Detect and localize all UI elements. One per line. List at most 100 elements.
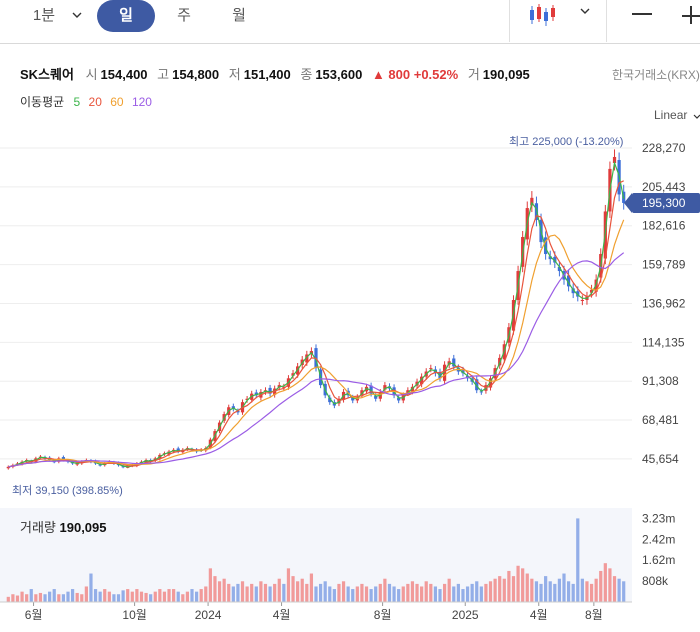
volume-bar (351, 589, 355, 602)
volume-bar (15, 595, 20, 602)
volume-bar (190, 589, 194, 602)
volume-bar (130, 591, 134, 602)
price-chart[interactable]: 228,270 205,443 182,616 159,789 136,962 114,1… (0, 0, 700, 632)
volume-bar (617, 578, 621, 602)
volume-bar (456, 583, 460, 602)
volume-bar (530, 578, 534, 602)
volume-bar (199, 589, 203, 602)
volume-bar (231, 586, 235, 602)
volume-bar (185, 591, 190, 602)
volume-bar (20, 591, 24, 602)
volume-bar (438, 589, 442, 602)
volume-panel-label: 거래량 190,095 (20, 520, 107, 535)
high-annotation: 최고 225,000 (-13.20%) (509, 135, 623, 148)
volume-bar (475, 581, 479, 602)
volume-bar (337, 583, 341, 602)
volume-bar (167, 589, 171, 602)
volume-bar (314, 586, 318, 602)
volume-bar (447, 578, 451, 602)
volume-bar (107, 591, 111, 602)
volume-bar (318, 583, 323, 602)
volume-bar (415, 583, 419, 602)
volume-bar (369, 589, 373, 602)
volume-bar (488, 581, 493, 602)
volume-bar (98, 591, 102, 602)
volume-axis: 3.23m 2.42m 1.62m 808k (642, 511, 675, 588)
volume-bar (433, 586, 438, 602)
volume-bar (479, 586, 483, 602)
volume-bar (511, 576, 516, 602)
volume-bar (43, 594, 47, 602)
volume-bar (521, 568, 525, 602)
current-price-tag: 195,300 (624, 193, 700, 213)
volume-bar (158, 589, 162, 602)
volume-bar (553, 583, 557, 602)
volume-bar (571, 583, 575, 602)
volume-bar (355, 586, 359, 602)
volume-bar (300, 578, 304, 602)
volume-bar (144, 592, 148, 602)
volume-bar (103, 589, 107, 602)
volume-bar (116, 594, 121, 602)
volume-bar (48, 591, 52, 602)
volume-bar (181, 594, 185, 602)
volume-bar (126, 589, 130, 602)
volume-bar (622, 581, 626, 602)
volume-bar (89, 573, 93, 602)
volume-bar (291, 576, 295, 602)
volume-bar (296, 581, 300, 602)
volume-bar (429, 583, 433, 602)
volume-bar (341, 581, 346, 602)
volume-bar (277, 578, 281, 602)
volume-bar (323, 581, 327, 602)
volume-bar (424, 581, 428, 602)
volume-tick-label: 1.62m (642, 553, 675, 567)
time-axis: 6월 10월 2024 4월 8월 2025 4월 8월 (0, 601, 632, 622)
volume-bar (566, 581, 571, 602)
volume-bar (534, 581, 539, 602)
volume-bar (401, 586, 405, 602)
volume-bar (378, 583, 382, 602)
volume-bar (576, 518, 580, 602)
volume-bar (61, 594, 66, 602)
volume-bar (29, 589, 33, 602)
volume-bar (217, 581, 222, 602)
volume-bar (332, 589, 336, 602)
volume-bar (498, 576, 502, 602)
volume-bar (194, 591, 199, 602)
candlestick-series (6, 149, 626, 470)
volume-bar (204, 586, 208, 602)
volume-bar (11, 594, 15, 602)
volume-bar (525, 573, 529, 602)
x-tick-label: 10월 (122, 608, 146, 622)
volume-bar (162, 591, 167, 602)
volume-bar (507, 570, 511, 602)
volume-bar (153, 591, 157, 602)
volume-bar (52, 589, 56, 602)
volume-bar (222, 578, 226, 602)
volume-bar (420, 586, 424, 602)
y-tick-label: 159,789 (642, 258, 686, 272)
x-tick-label: 2025 (452, 608, 479, 622)
volume-bar (259, 581, 263, 602)
volume-bar (139, 591, 144, 602)
volume-bar (502, 578, 506, 602)
volume-bar (25, 594, 29, 602)
volume-bar (66, 591, 70, 602)
volume-bar (328, 586, 332, 602)
x-tick-label: 2024 (195, 608, 222, 622)
x-tick-label: 4월 (273, 608, 291, 622)
volume-bar (346, 586, 350, 602)
y-tick-label: 182,616 (642, 219, 686, 233)
volume-bar (539, 583, 543, 602)
volume-bar (589, 583, 594, 602)
volume-bar (93, 589, 98, 602)
volume-bar (254, 586, 258, 602)
volume-bar (112, 594, 116, 602)
ma-line-20 (8, 180, 624, 468)
volume-tick-label: 3.23m (642, 511, 675, 525)
low-annotation: 최저 39,150 (398.85%) (12, 484, 123, 497)
volume-bar (484, 583, 488, 602)
y-tick-label: 45,654 (642, 452, 679, 466)
y-tick-label: 228,270 (642, 141, 686, 155)
